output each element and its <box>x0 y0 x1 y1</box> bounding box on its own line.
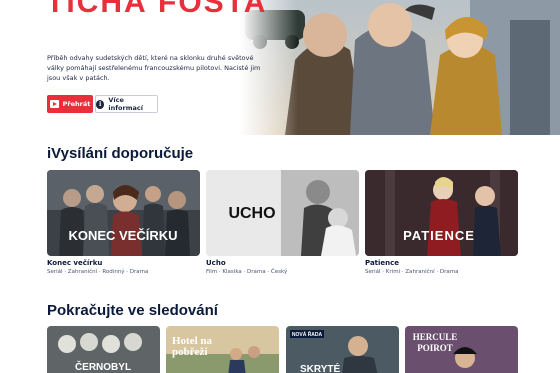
card-patience[interactable]: PATIENCE <box>365 170 518 256</box>
card-meta: Seriál · Zahraniční · Rodinný · Drama <box>47 269 149 275</box>
play-icon <box>49 100 59 108</box>
card-poster: Hotel na pobřeží <box>166 326 279 373</box>
card-poster-text: Hotel na pobřeží <box>172 335 213 358</box>
card-poster-text: PATIENCE <box>403 228 475 243</box>
card-poster: PATIENCE <box>365 170 518 256</box>
card-poster: HERCULE POIROT <box>405 326 518 373</box>
more-info-button[interactable]: i Více informací <box>95 95 158 113</box>
hero-description: Příběh odvahy sudetských dětí, které na … <box>47 54 261 82</box>
card-poster-text: UCHO <box>228 205 275 222</box>
continue-card-skryte[interactable]: NOVÁ ŘADA SKRYTÉ <box>286 326 399 373</box>
card-title[interactable]: Ucho <box>206 259 226 267</box>
more-info-label: Více informací <box>108 96 143 112</box>
hero-artwork <box>240 0 560 135</box>
card-meta: Seriál · Krimi · Zahraniční · Drama <box>365 269 459 275</box>
card-poster-text: HERCULE POIROT <box>413 332 458 353</box>
info-icon: i <box>96 99 105 109</box>
card-poster-text: KONEC VEČÍRKU <box>68 228 177 243</box>
card-title[interactable]: Patience <box>365 259 399 267</box>
card-konec-vecirku[interactable]: KONEC VEČÍRKU <box>47 170 200 256</box>
continue-card-hotel-na-pobrezi[interactable]: Hotel na pobřeží <box>166 326 279 373</box>
hero-banner: TICHÁ FOSTA Příběh odvahy sudetských dět… <box>0 0 560 135</box>
section-title-recommended: iVysílání doporučuje <box>47 145 194 162</box>
card-meta: Film · Klasika · Drama · Český <box>206 269 288 275</box>
play-button[interactable]: Přehrát <box>47 95 93 113</box>
new-season-badge: NOVÁ ŘADA <box>292 330 323 338</box>
card-poster: ČERNOBYL <box>47 326 160 373</box>
continue-card-cernobyl[interactable]: ČERNOBYL <box>47 326 160 373</box>
card-poster-text: ČERNOBYL <box>75 360 131 373</box>
section-title-continue-watching: Pokračujte ve sledování <box>47 302 218 319</box>
card-poster: UCHO <box>206 170 359 256</box>
hero-title: TICHÁ FOSTA <box>46 0 268 19</box>
play-button-label: Přehrát <box>62 100 91 108</box>
card-poster: NOVÁ ŘADA SKRYTÉ <box>286 326 399 373</box>
card-ucho[interactable]: UCHO <box>206 170 359 256</box>
continue-card-hercule-poirot[interactable]: HERCULE POIROT <box>405 326 518 373</box>
card-title[interactable]: Konec večírku <box>47 259 102 267</box>
card-poster-text: SKRYTÉ <box>300 362 341 373</box>
card-poster: KONEC VEČÍRKU <box>47 170 200 256</box>
